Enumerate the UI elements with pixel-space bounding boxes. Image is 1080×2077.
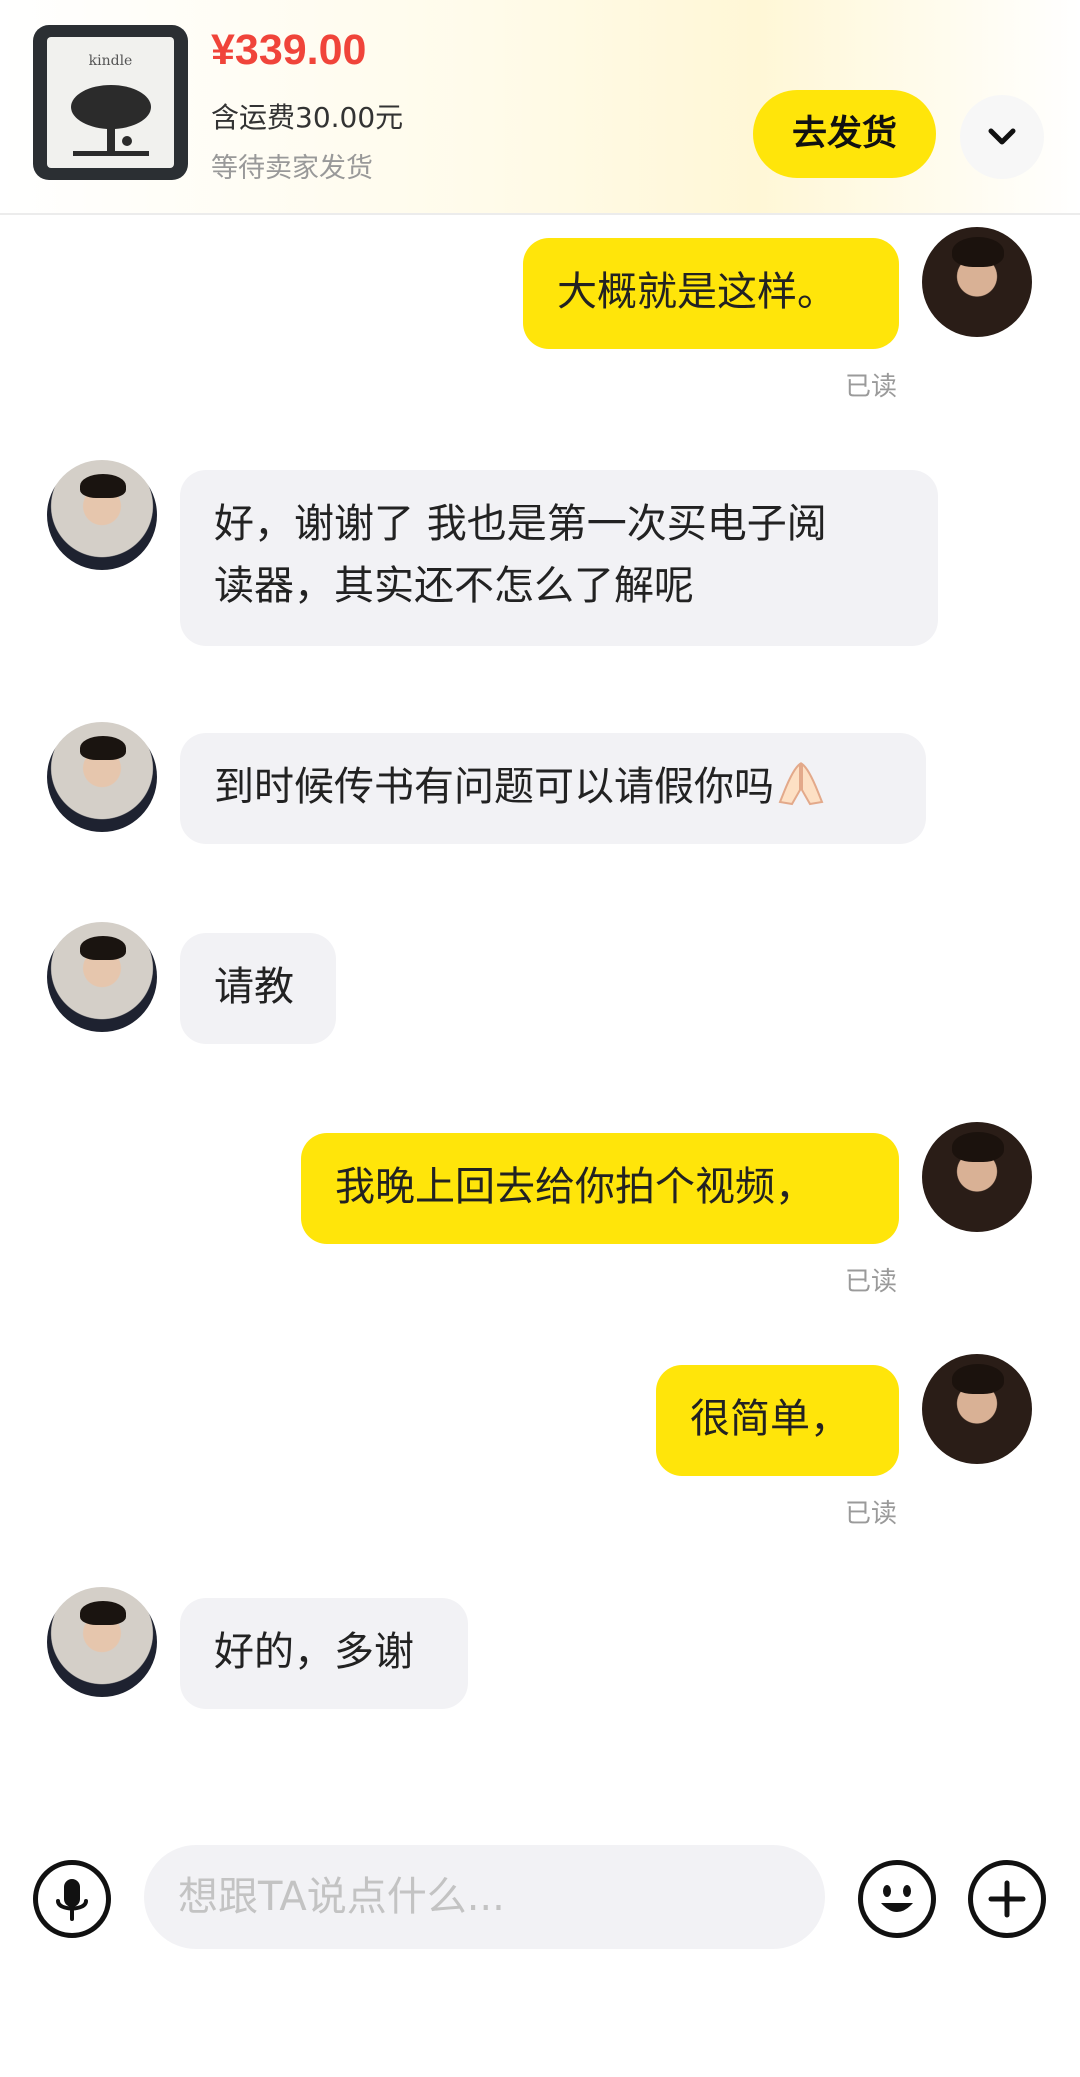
product-brand-text: kindle [88,53,133,69]
message-bubble-me[interactable]: 大概就是这样。 [523,238,899,349]
tree-illustration-icon [71,85,151,156]
my-avatar[interactable] [922,1122,1032,1232]
product-thumbnail[interactable]: kindle [33,25,188,180]
message-text: 好的，多谢 [214,1629,414,1675]
read-receipt: 已读 [845,1499,898,1529]
peer-avatar[interactable] [47,460,157,570]
message-text-line-2: 读器，其实还不怎么了解呢 [214,563,694,609]
message-input[interactable]: 想跟TA说点什么... [144,1845,825,1949]
message-text: 很简单， [690,1396,850,1442]
my-avatar[interactable] [922,1354,1032,1464]
message-text: 请教 [214,964,294,1010]
peer-avatar[interactable] [47,722,157,832]
message-text-line-1: 好，谢谢了 我也是第一次买电子阅 [214,501,827,547]
more-button[interactable] [968,1860,1046,1938]
read-receipt: 已读 [845,1267,898,1297]
folded-hands-emoji-icon [778,762,824,806]
kindle-screen: kindle [47,37,174,168]
peer-avatar[interactable] [47,922,157,1032]
message-bubble-me[interactable]: 我晚上回去给你拍个视频， [301,1133,899,1244]
expand-button[interactable] [960,95,1044,179]
message-bubble-peer[interactable]: 好，谢谢了 我也是第一次买电子阅 读器，其实还不怎么了解呢 [180,470,938,646]
plus-icon [988,1880,1026,1918]
shipping-note: 含运费30.00元 [211,101,404,134]
microphone-icon [56,1879,88,1921]
message-text: 我晚上回去给你拍个视频， [335,1164,815,1210]
peer-avatar[interactable] [47,1587,157,1697]
message-bubble-peer[interactable]: 好的，多谢 [180,1598,468,1709]
message-bubble-peer[interactable]: 请教 [180,933,336,1044]
message-bubble-peer[interactable]: 到时候传书有问题可以请假你吗 [180,733,926,844]
read-receipt: 已读 [845,372,898,402]
order-header: kindle ¥339.00 含运费30.00元 等待卖家发货 去发货 [0,0,1080,215]
order-price: ¥339.00 [211,26,367,74]
message-text: 到时候传书有问题可以请假你吗 [214,764,774,810]
smiley-icon [881,1885,913,1912]
message-text: 大概就是这样。 [557,269,837,315]
message-bubble-me[interactable]: 很简单， [656,1365,899,1476]
my-avatar[interactable] [922,227,1032,337]
order-status: 等待卖家发货 [211,153,373,184]
emoji-button[interactable] [858,1860,936,1938]
voice-button[interactable] [33,1860,111,1938]
ship-button[interactable]: 去发货 [753,90,936,178]
chevron-down-icon [988,128,1016,145]
